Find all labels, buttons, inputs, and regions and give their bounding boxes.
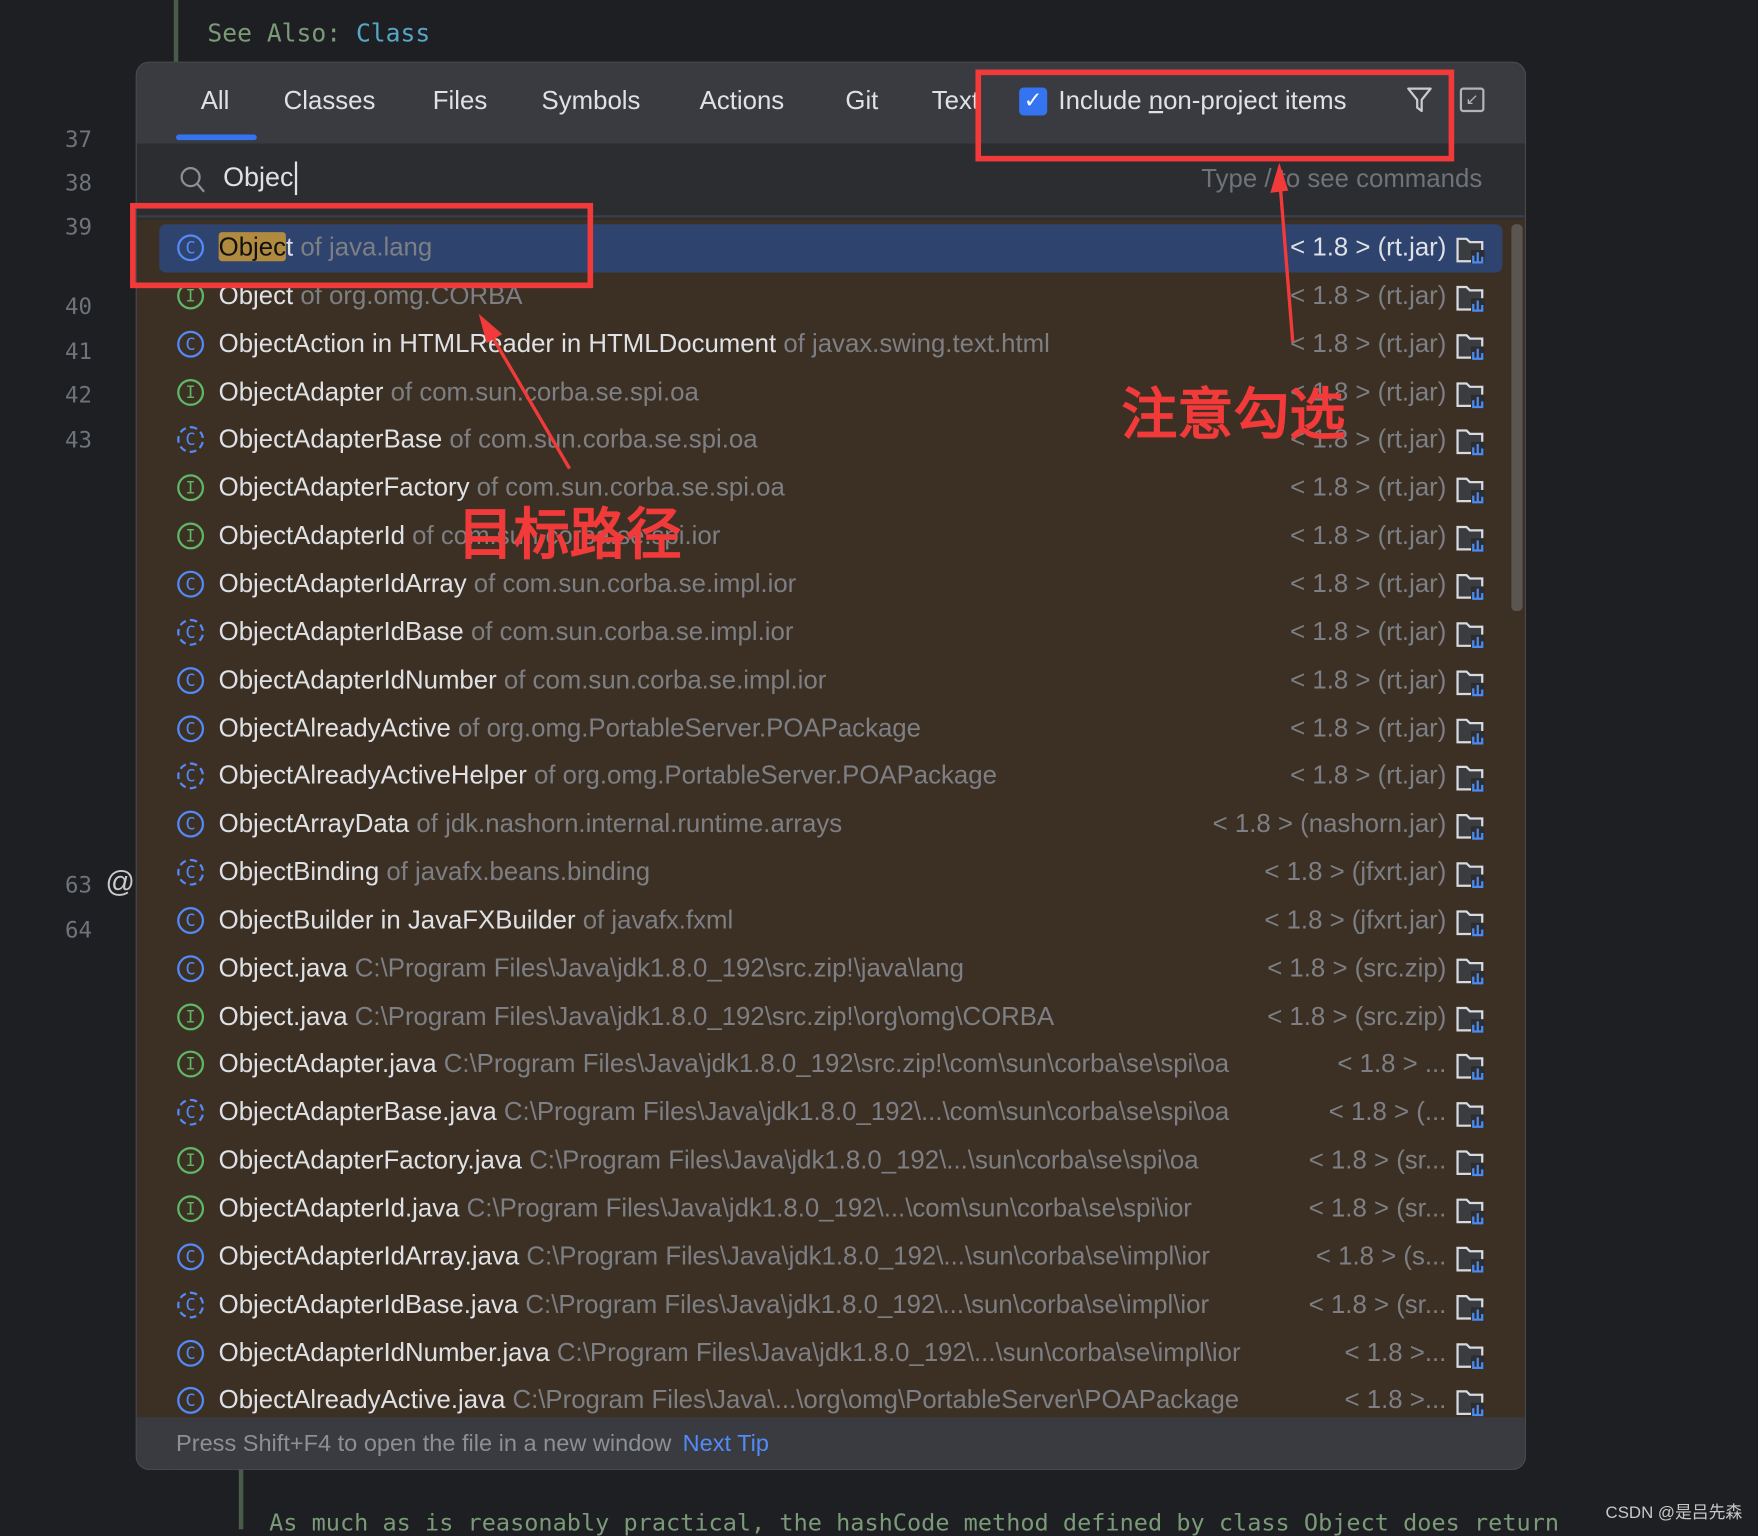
arrow-to-target-head bbox=[478, 313, 503, 344]
watermark: CSDN @是吕先森 bbox=[1605, 1503, 1743, 1523]
arrow-to-checkbox-head bbox=[1270, 162, 1289, 193]
arrow-to-checkbox bbox=[1277, 173, 1295, 343]
annotation-note-target: 目标路径 bbox=[457, 502, 682, 568]
arrow-to-target bbox=[484, 324, 572, 470]
screen: 37 38 39 40 41 42 43 63 64 @ See Also: C… bbox=[0, 0, 1758, 1536]
annotation-note-checkbox: 注意勾选 bbox=[1121, 382, 1346, 448]
annotation-arrows bbox=[478, 162, 1295, 470]
